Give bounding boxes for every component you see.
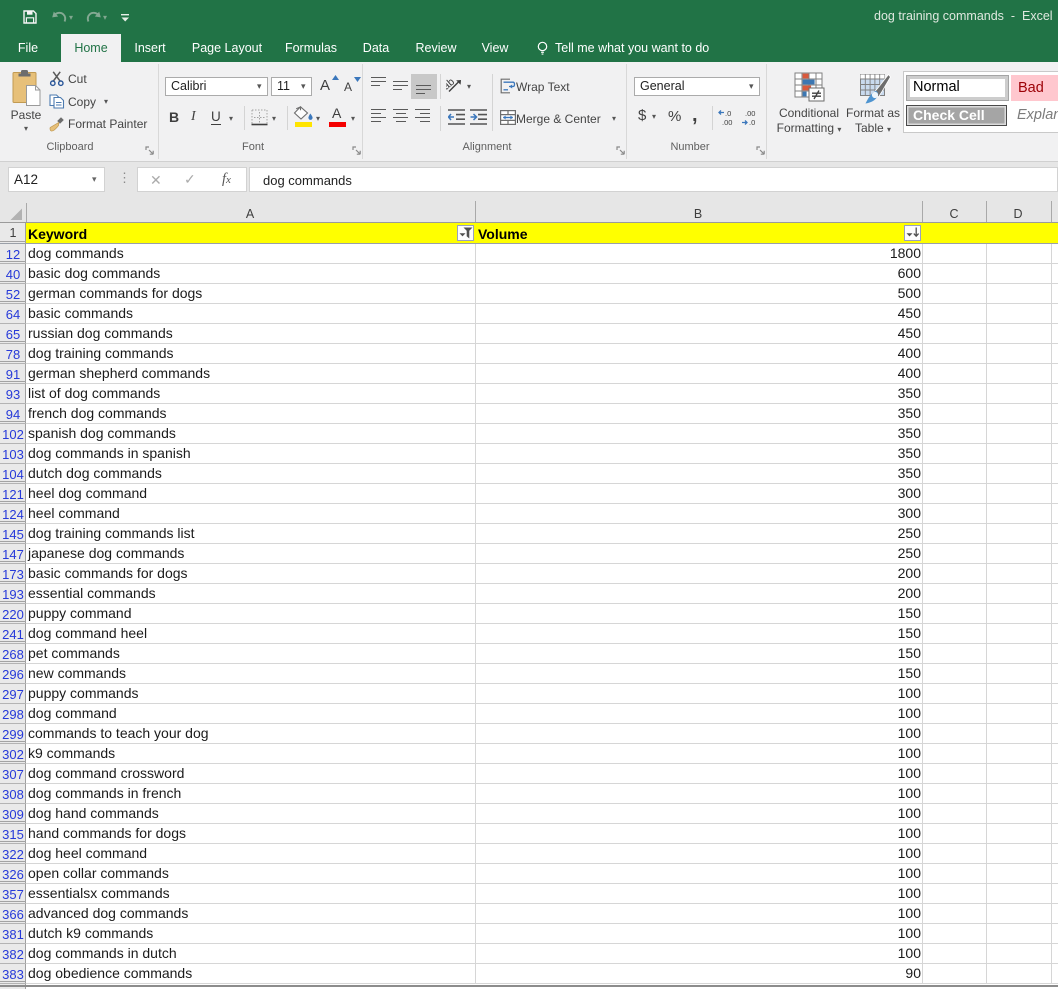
svg-text:.0: .0 xyxy=(749,118,755,127)
svg-text:.00: .00 xyxy=(722,118,732,127)
svg-text:.00: .00 xyxy=(745,109,755,118)
svg-text:.0: .0 xyxy=(725,109,731,118)
